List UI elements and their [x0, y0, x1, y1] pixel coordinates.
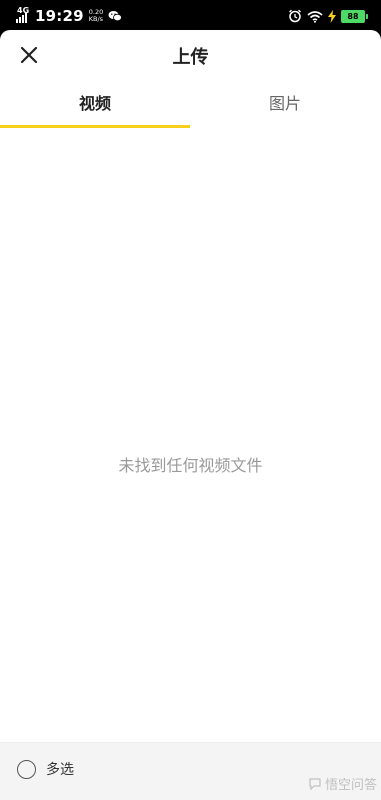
- battery-level: 88: [347, 11, 359, 21]
- empty-state-message: 未找到任何视频文件: [118, 456, 263, 475]
- radio-icon[interactable]: [17, 759, 36, 779]
- footer-bar: 多选 悟空问答: [0, 742, 381, 800]
- status-bar: 4G 19:29 0.20 KB/s 88: [0, 0, 381, 32]
- wechat-icon: [108, 11, 123, 22]
- multi-select-toggle[interactable]: 多选: [17, 759, 74, 779]
- network-speed: 0.20 KB/s: [89, 9, 103, 23]
- multi-select-label: 多选: [46, 762, 74, 778]
- charging-icon: [328, 9, 336, 23]
- status-bar-left: 4G 19:29 0.20 KB/s: [16, 6, 123, 26]
- signal-icon: 4G: [16, 7, 32, 24]
- network-speed-unit: KB/s: [88, 15, 104, 23]
- alarm-icon: [289, 9, 301, 23]
- watermark-text: 悟空问答: [324, 778, 377, 793]
- media-list: 未找到任何视频文件: [0, 128, 381, 743]
- watermark: 悟空问答: [308, 774, 377, 793]
- tab-video-label: 视频: [78, 94, 111, 113]
- clock: 19:29: [35, 7, 84, 25]
- tab-video[interactable]: 视频: [0, 80, 190, 128]
- tab-images-label: 图片: [268, 94, 301, 113]
- status-bar-right: 88: [288, 7, 368, 25]
- tab-images[interactable]: 图片: [190, 80, 380, 128]
- battery-icon: 88: [341, 9, 368, 23]
- upload-sheet: 上传 视频 图片 未找到任何视频文件 多选 悟空问答: [0, 30, 381, 800]
- page-title: 上传: [172, 47, 209, 68]
- header: 上传: [0, 30, 381, 80]
- wifi-icon: [307, 10, 323, 23]
- speech-bubble-icon: [309, 777, 321, 790]
- tab-bar: 视频 图片: [0, 80, 381, 128]
